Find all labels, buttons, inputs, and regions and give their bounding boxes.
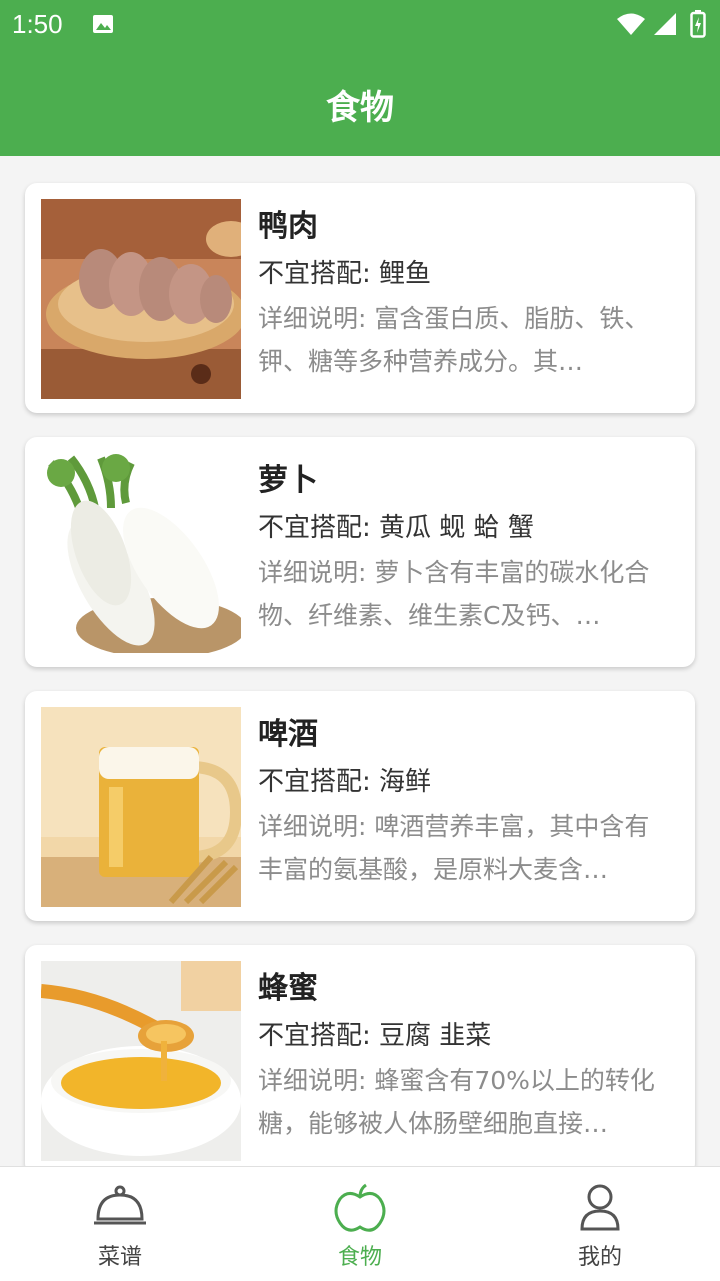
tab-mine[interactable]: 我的	[480, 1167, 720, 1281]
page-title: 食物	[326, 88, 394, 128]
food-description: 详细说明: 啤酒营养丰富，其中含有丰富的氨基酸，是原料大麦含…	[258, 812, 650, 884]
food-description: 详细说明: 蜂蜜含有70%以上的转化糖，能够被人体肠壁细胞直接…	[258, 1066, 655, 1138]
food-description: 详细说明: 萝卜含有丰富的碳水化合物、纤维素、维生素C及钙、…	[258, 558, 650, 630]
food-description: 详细说明: 富含蛋白质、脂肪、铁、钾、糖等多种营养成分。其…	[258, 304, 650, 376]
food-card-beer[interactable]: 啤酒 不宜搭配: 海鲜 详细说明: 啤酒营养丰富，其中含有丰富的氨基酸，是原料大…	[25, 691, 695, 921]
honey-image	[41, 961, 241, 1161]
app-bar: 食物	[0, 50, 720, 156]
image-notification-icon	[93, 15, 113, 33]
tab-recipes[interactable]: 菜谱	[0, 1167, 240, 1281]
food-card-duck[interactable]: 鸭肉 不宜搭配: 鲤鱼 详细说明: 富含蛋白质、脂肪、铁、钾、糖等多种营养成分。…	[25, 183, 695, 413]
tab-label: 我的	[577, 1245, 622, 1270]
apple-icon	[334, 1183, 386, 1232]
person-icon	[580, 1184, 620, 1231]
duck-image	[41, 199, 241, 399]
food-name: 蜂蜜	[258, 971, 318, 1006]
food-avoid: 不宜搭配: 黄瓜 蚬 蛤 蟹	[258, 513, 534, 543]
food-card-radish[interactable]: 萝卜 不宜搭配: 黄瓜 蚬 蛤 蟹 详细说明: 萝卜含有丰富的碳水化合物、纤维素…	[25, 437, 695, 667]
tab-label: 食物	[337, 1245, 382, 1270]
food-avoid: 不宜搭配: 海鲜	[258, 767, 432, 797]
bottom-navigation: 菜谱 食物 我的	[0, 1166, 720, 1281]
status-bar: 1:50	[0, 0, 720, 50]
beer-image	[41, 707, 241, 907]
food-name: 鸭肉	[258, 209, 318, 244]
food-list[interactable]: 鸭肉 不宜搭配: 鲤鱼 详细说明: 富含蛋白质、脂肪、铁、钾、糖等多种营养成分。…	[0, 156, 720, 1166]
tab-food[interactable]: 食物	[240, 1167, 480, 1281]
food-avoid: 不宜搭配: 鲤鱼	[258, 259, 432, 289]
food-name: 啤酒	[258, 717, 318, 752]
battery-icon	[690, 10, 706, 38]
wifi-icon	[617, 13, 645, 35]
cloche-icon	[94, 1185, 146, 1225]
status-time: 1:50	[12, 9, 63, 39]
food-card-honey[interactable]: 蜂蜜 不宜搭配: 豆腐 韭菜 详细说明: 蜂蜜含有70%以上的转化糖，能够被人体…	[25, 945, 695, 1166]
signal-icon	[654, 13, 676, 35]
radish-image	[41, 453, 241, 653]
food-avoid: 不宜搭配: 豆腐 韭菜	[258, 1021, 492, 1051]
tab-label: 菜谱	[97, 1245, 142, 1270]
food-name: 萝卜	[258, 463, 318, 498]
